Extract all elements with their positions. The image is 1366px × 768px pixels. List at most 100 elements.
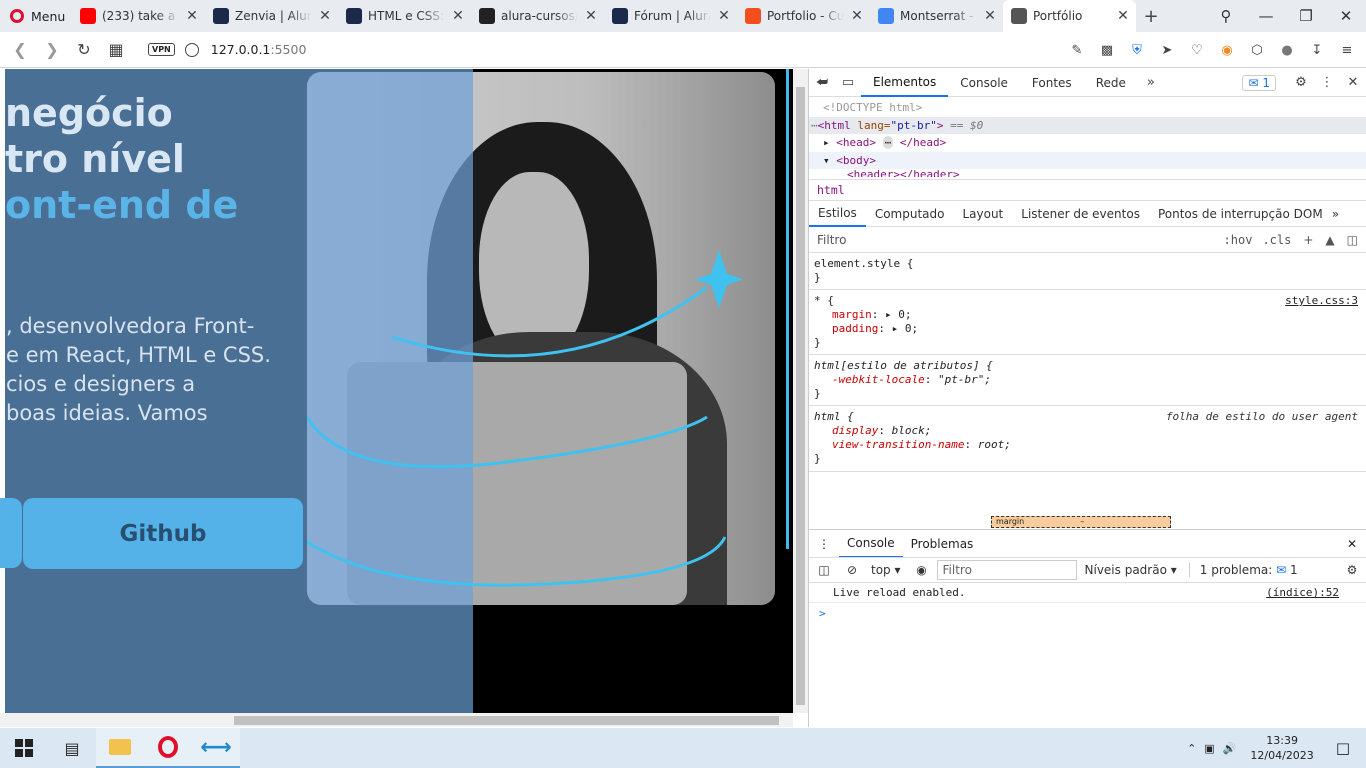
scrollbar-thumb[interactable] [796, 87, 805, 705]
opera-taskbar-icon[interactable] [144, 728, 192, 768]
log-levels-dropdown[interactable]: Níveis padrão ▾ [1077, 563, 1185, 577]
heart-icon[interactable]: ♡ [1188, 41, 1206, 59]
browser-tab[interactable]: Fórum | Alura ✕ [604, 0, 737, 32]
tab-console[interactable]: Console [948, 69, 1020, 97]
notifications-icon[interactable]: □ [1336, 739, 1350, 757]
close-window-button[interactable]: ✕ [1326, 7, 1366, 25]
start-button[interactable] [0, 728, 48, 768]
snapshot-icon[interactable]: ▩ [1098, 41, 1116, 59]
close-tab-icon[interactable]: ✕ [850, 8, 864, 24]
console-settings-icon[interactable]: ⚙ [1337, 563, 1366, 577]
dom-collapsed-ellipsis[interactable]: ⋯ [882, 136, 894, 149]
aria-icon[interactable]: ◉ [1218, 41, 1236, 59]
page-vertical-scrollbar[interactable] [793, 69, 808, 713]
rule-html-user-agent[interactable]: folha de estilo do user agent html { dis… [809, 406, 1366, 472]
tab-layout[interactable]: Layout [953, 201, 1012, 227]
drawer-tab-problems[interactable]: Problemas [903, 537, 982, 551]
clear-console-icon[interactable]: ⊘ [839, 563, 865, 577]
task-view-icon[interactable]: ▤ [48, 728, 96, 768]
console-prompt[interactable]: > [809, 603, 1366, 623]
rule-universal[interactable]: style.css:3 * { margin: ▸ 0; padding: ▸ … [809, 290, 1366, 355]
github-button[interactable]: Github [23, 498, 303, 569]
profile-avatar-icon[interactable]: ● [1278, 41, 1296, 59]
paint-icon[interactable]: ▲ [1325, 233, 1334, 247]
dom-html-node[interactable]: ⋯<html lang="pt-br"> == $0 [809, 116, 1366, 134]
tab-computed[interactable]: Computado [866, 201, 954, 227]
flow-icon[interactable]: ➤ [1158, 41, 1176, 59]
vscode-taskbar-icon[interactable]: ⟷ [192, 728, 240, 768]
browser-tab[interactable]: Zenvia | Alura ✕ [205, 0, 338, 32]
sidebar-toggle-icon[interactable]: ◫ [809, 563, 839, 577]
close-tab-icon[interactable]: ✕ [185, 8, 199, 24]
tab-event-listeners[interactable]: Listener de eventos [1012, 201, 1149, 227]
back-button[interactable]: ❮ [4, 40, 36, 59]
tab-dom-breakpoints[interactable]: Pontos de interrupção DOM [1149, 201, 1332, 227]
css-property[interactable]: padding: ▸ 0; [814, 322, 1362, 336]
browser-tab[interactable]: alura-cursos/P ✕ [471, 0, 604, 32]
close-tab-icon[interactable]: ✕ [318, 8, 332, 24]
volume-icon[interactable]: 🔊 [1223, 742, 1237, 755]
site-info-icon[interactable] [184, 42, 199, 57]
box-model-preview[interactable]: margin – [991, 516, 1171, 528]
file-explorer-icon[interactable] [96, 728, 144, 768]
close-tab-icon[interactable]: ✕ [451, 8, 465, 24]
problems-count-button[interactable]: 1 problema: ✉ 1 [1188, 563, 1298, 577]
rule-html-attributes[interactable]: html[estilo de atributos] { -webkit-loca… [809, 355, 1366, 406]
adblock-shield-icon[interactable]: ⛨ [1128, 41, 1146, 59]
new-tab-button[interactable]: + [1136, 6, 1166, 27]
vpn-badge[interactable]: VPN [148, 43, 175, 56]
close-tab-icon[interactable]: ✕ [1116, 8, 1130, 24]
rule-element-style[interactable]: element.style { } [809, 253, 1366, 290]
kebab-menu-icon[interactable]: ⋮ [1314, 75, 1340, 90]
network-icon[interactable]: ▣ [1204, 742, 1214, 755]
opera-menu-button[interactable]: Menu [0, 0, 72, 32]
device-toolbar-icon[interactable]: ▭ [835, 75, 861, 90]
dom-body-node[interactable]: ▾ <body> [809, 151, 1366, 169]
dom-doctype[interactable]: <!DOCTYPE html> [809, 99, 1366, 117]
live-expression-eye-icon[interactable]: ◉ [907, 563, 937, 577]
page-horizontal-scrollbar[interactable] [0, 713, 793, 727]
close-devtools-icon[interactable]: ✕ [1340, 75, 1366, 90]
sidebar-toggle-icon[interactable]: ◫ [1347, 233, 1358, 247]
browser-tab[interactable]: (233) take a de ✕ [72, 0, 205, 32]
breadcrumb[interactable]: html [809, 179, 1366, 201]
clock[interactable]: 13:39 12/04/2023 [1250, 733, 1313, 763]
tray-expand-icon[interactable]: ⌃ [1187, 742, 1196, 755]
inspect-element-icon[interactable]: ⮨ [809, 75, 835, 90]
dom-head-node[interactable]: ▸ <head> ⋯ </head> [809, 134, 1366, 152]
tab-grid-icon[interactable]: ▦ [100, 40, 132, 59]
console-filter-input[interactable]: Filtro [936, 560, 1077, 580]
close-tab-icon[interactable]: ✕ [983, 8, 997, 24]
download-icon[interactable]: ↧ [1308, 41, 1326, 59]
css-property[interactable]: margin: ▸ 0; [814, 308, 1362, 322]
tab-sources[interactable]: Fontes [1020, 69, 1084, 97]
rule-source-link[interactable]: style.css:3 [1285, 294, 1358, 308]
tab-network[interactable]: Rede [1084, 69, 1138, 97]
tab-styles[interactable]: Estilos [809, 201, 866, 227]
close-tab-icon[interactable]: ✕ [717, 8, 731, 24]
styles-filter-input[interactable]: Filtro [817, 233, 1224, 247]
new-rule-icon[interactable]: + [1303, 233, 1313, 247]
cls-toggle[interactable]: .cls [1262, 233, 1291, 247]
forward-button[interactable]: ❯ [36, 40, 68, 59]
url-field[interactable]: 127.0.0.1:5500 [211, 42, 307, 57]
restore-button[interactable]: ❐ [1286, 7, 1326, 25]
issues-badge[interactable]: ✉ 1 [1242, 74, 1276, 91]
settings-gear-icon[interactable]: ⚙ [1288, 75, 1314, 90]
more-subtabs-icon[interactable]: » [1332, 207, 1339, 221]
browser-tab[interactable]: HTML e CSS: C ✕ [338, 0, 471, 32]
close-tab-icon[interactable]: ✕ [584, 8, 598, 24]
context-selector[interactable]: top ▾ [865, 563, 907, 577]
console-message-source[interactable]: (índice):52 [1266, 586, 1339, 599]
hov-toggle[interactable]: :hov [1224, 233, 1253, 247]
dom-header-node[interactable]: <header></header> [809, 169, 1366, 177]
minimize-button[interactable]: — [1246, 7, 1286, 25]
drawer-menu-icon[interactable]: ⋮ [809, 537, 839, 551]
reload-button[interactable]: ↻ [68, 40, 100, 59]
browser-tab[interactable]: Portfólio ✕ [1003, 0, 1136, 32]
close-drawer-icon[interactable]: ✕ [1337, 537, 1366, 551]
cube-extension-icon[interactable]: ⬡ [1248, 41, 1266, 59]
scrollbar-thumb[interactable] [234, 716, 779, 725]
tab-elements[interactable]: Elementos [861, 69, 949, 97]
linkedin-button-partial[interactable] [0, 498, 22, 568]
